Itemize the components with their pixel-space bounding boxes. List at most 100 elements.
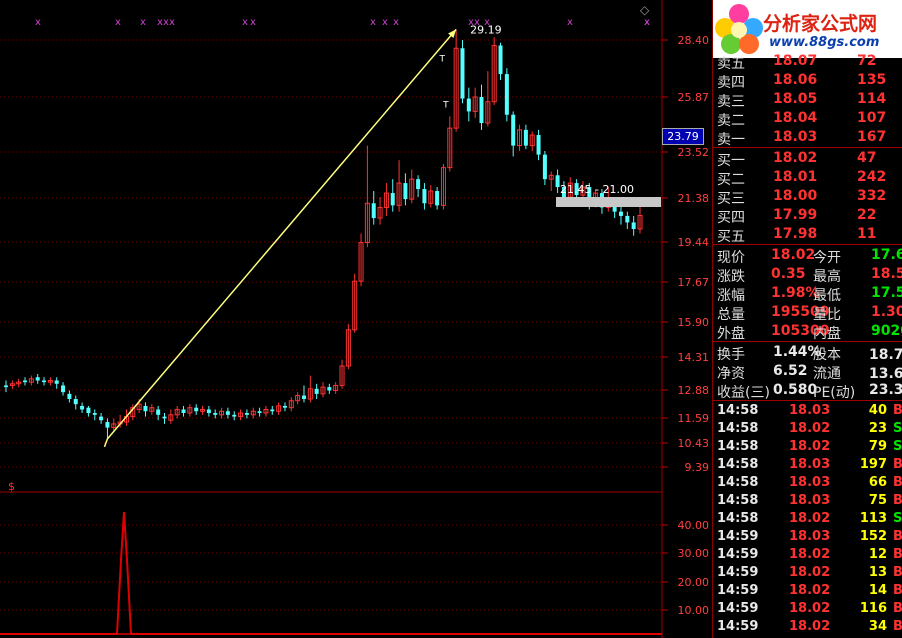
trade-side: B	[893, 493, 902, 508]
trade-side: B	[893, 457, 902, 472]
bid-volume: 242	[857, 169, 887, 185]
quote-value: 90209	[871, 323, 902, 339]
trade-side: B	[893, 529, 902, 544]
trade-volume: 197	[859, 457, 887, 472]
trade-time: 14:58	[717, 403, 759, 418]
book-divider	[713, 147, 902, 148]
ask-row: 卖五 18.07 72	[713, 52, 902, 72]
candle-body	[511, 114, 516, 146]
price-tick-label: 10.43	[678, 437, 710, 450]
trade-side: B	[893, 601, 902, 616]
trade-row: 14:58 18.03 197 B	[713, 456, 902, 474]
candle-body	[92, 413, 97, 415]
trade-volume: 79	[868, 439, 887, 454]
price-tick-label: 23.52	[678, 146, 710, 159]
price-band-box	[556, 197, 661, 207]
trade-volume: 12	[868, 547, 887, 562]
candle-body	[314, 388, 319, 394]
price-tick-label: 21.38	[678, 192, 710, 205]
trend-line	[106, 28, 457, 440]
candle-body	[301, 395, 306, 399]
candle-body	[35, 377, 40, 381]
candle-body	[371, 203, 376, 219]
candle-body	[105, 422, 110, 428]
trade-time: 14:58	[717, 475, 759, 490]
candle-body	[156, 409, 161, 415]
trade-time: 14:59	[717, 529, 759, 544]
candle-body	[479, 96, 484, 124]
trade-price: 18.03	[789, 457, 831, 472]
ask-volume: 107	[857, 110, 887, 126]
quote-value: 17.62	[871, 247, 902, 263]
quote-divider	[713, 341, 902, 342]
fundamental-row: 换手1.44%股本18.7亿	[713, 343, 902, 363]
top-marker: x	[567, 17, 573, 28]
candle-body	[523, 129, 528, 146]
top-marker: x	[370, 17, 376, 28]
bid-price: 18.00	[773, 188, 818, 204]
top-marker: x	[169, 17, 175, 28]
bid-label: 买二	[717, 172, 745, 188]
top-marker: x	[393, 17, 399, 28]
logo-title: 分析家公式网	[763, 13, 878, 35]
candle-body	[625, 215, 630, 223]
top-marker: x	[35, 17, 41, 28]
low-marker: T	[442, 100, 449, 110]
trade-row: 14:58 18.02 23 S	[713, 420, 902, 438]
trade-volume: 40	[868, 403, 887, 418]
candle-body	[99, 416, 104, 421]
candle-body	[61, 385, 66, 393]
quote-value: 1.30	[871, 304, 902, 320]
trade-side: B	[893, 565, 902, 580]
trade-time: 14:59	[717, 547, 759, 562]
indicator-tick-label: 40.00	[678, 519, 710, 532]
trade-row: 14:59 18.02 13 B	[713, 564, 902, 582]
top-marker: x	[140, 17, 146, 28]
trade-side: B	[893, 583, 902, 598]
bid-volume: 47	[857, 150, 877, 166]
candle-body	[23, 380, 28, 383]
trade-row: 14:59 18.02 116 B	[713, 600, 902, 618]
candle-body	[618, 211, 623, 216]
site-logo[interactable]: 分析家公式网 www.88gs.com	[713, 0, 902, 58]
candle-body	[631, 222, 636, 230]
trade-volume: 113	[859, 511, 887, 526]
ask-label: 卖二	[717, 113, 745, 129]
ask-row: 卖四 18.06 135	[713, 71, 902, 91]
trade-price: 18.03	[789, 475, 831, 490]
peak-price-label: 29.19	[470, 23, 502, 36]
book-divider	[713, 244, 902, 245]
quote-label: 最低	[813, 288, 841, 304]
kline-chart-area[interactable]: 28.40 25.87 23.52 21.38 19.44 17.67 15.90 14.31…	[0, 0, 712, 638]
candle-body	[67, 393, 72, 399]
bid-price: 18.01	[773, 169, 818, 185]
candle-body	[536, 135, 541, 155]
candle-body	[542, 154, 547, 180]
top-marker: x	[250, 17, 256, 28]
trade-side: B	[893, 475, 902, 490]
trade-time: 14:58	[717, 511, 759, 526]
bid-volume: 332	[857, 188, 887, 204]
flower-logo-icon	[715, 4, 763, 54]
candle-body	[181, 409, 186, 414]
candle-body	[42, 380, 47, 383]
trade-volume: 13	[868, 565, 887, 580]
ask-volume: 167	[857, 129, 887, 145]
ask-label: 卖三	[717, 94, 745, 110]
price-tick-label: 9.39	[685, 461, 710, 474]
bid-price: 17.98	[773, 226, 818, 242]
fundamental-row: 净资 6.52 流通 13.6亿	[713, 362, 902, 382]
price-tick-label: 25.87	[678, 91, 710, 104]
fundamental-value: 13.6亿	[869, 366, 902, 382]
kline-chart[interactable]: 28.40 25.87 23.52 21.38 19.44 17.67 15.90 14.31…	[0, 0, 712, 638]
candle-body	[225, 411, 230, 415]
quote-value: 17.56	[871, 285, 902, 301]
trade-price: 18.02	[789, 547, 831, 562]
quote-label: 现价	[717, 250, 745, 266]
trade-time: 14:58	[717, 493, 759, 508]
ask-volume: 135	[857, 72, 887, 88]
bid-price: 17.99	[773, 207, 818, 223]
quote-label: 涨跌	[717, 269, 745, 285]
fundamental-label: PE(动)	[813, 385, 856, 401]
trade-side: B	[893, 403, 902, 418]
